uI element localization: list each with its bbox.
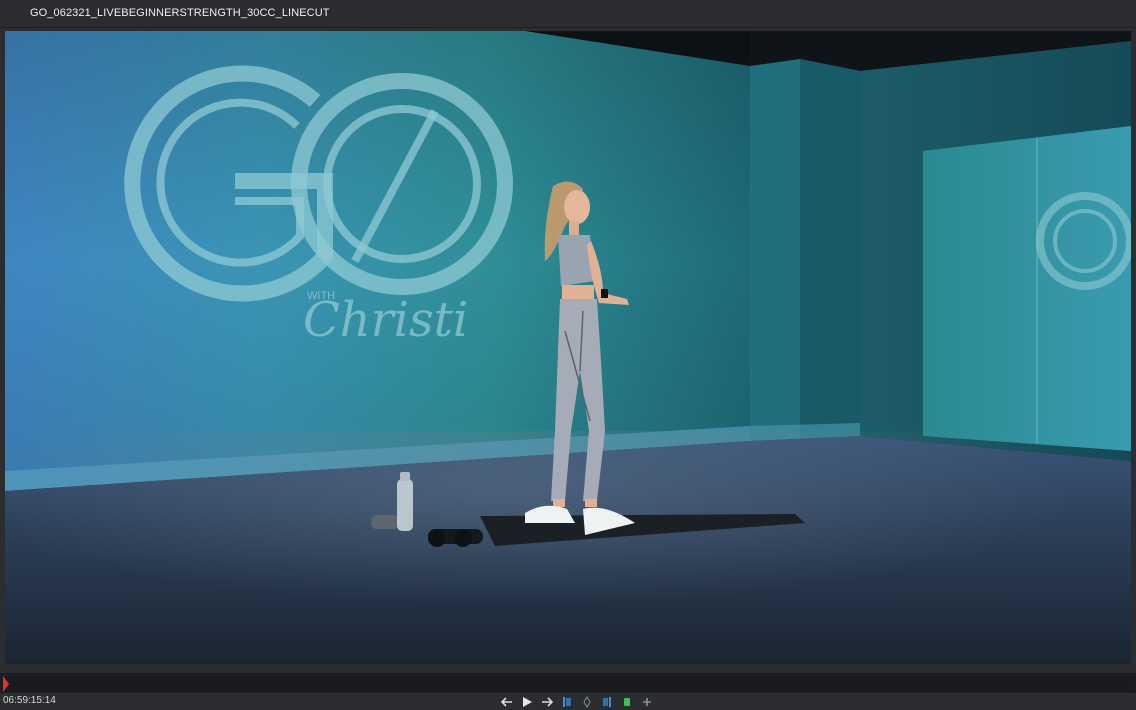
mark-out-button[interactable] — [600, 695, 614, 709]
green-clip-icon — [624, 697, 630, 706]
add-button[interactable] — [640, 695, 654, 709]
marker-button[interactable] — [580, 695, 594, 709]
play-icon — [523, 696, 532, 707]
video-viewer[interactable]: WITH Christi — [5, 31, 1131, 664]
mark-in-button[interactable] — [560, 695, 574, 709]
mark-in-icon — [563, 696, 571, 707]
diamond-icon — [583, 695, 591, 708]
plus-icon — [643, 697, 651, 706]
bottom-bar: 06:59:15:14 — [0, 693, 1136, 710]
water-bottle — [397, 479, 413, 531]
step-forward-button[interactable] — [540, 695, 554, 709]
timeline-track[interactable] — [5, 675, 1131, 691]
transport-controls — [500, 694, 654, 709]
video-frame: WITH Christi — [5, 31, 1131, 664]
towel — [371, 515, 399, 529]
logo-signature: Christi — [303, 292, 468, 348]
clip-button[interactable] — [620, 695, 634, 709]
timeline-scrubber[interactable] — [0, 673, 1136, 693]
arrow-right-icon — [542, 696, 553, 707]
timecode-display: 06:59:15:14 — [3, 695, 56, 706]
playhead-marker[interactable] — [3, 676, 9, 692]
mark-out-icon — [603, 696, 611, 707]
play-button[interactable] — [520, 695, 534, 709]
arrow-left-icon — [501, 696, 512, 707]
step-back-button[interactable] — [500, 695, 514, 709]
window-title: GO_062321_LIVEBEGINNERSTRENGTH_30CC_LINE… — [30, 7, 330, 19]
title-bar: GO_062321_LIVEBEGINNERSTRENGTH_30CC_LINE… — [0, 0, 1136, 28]
